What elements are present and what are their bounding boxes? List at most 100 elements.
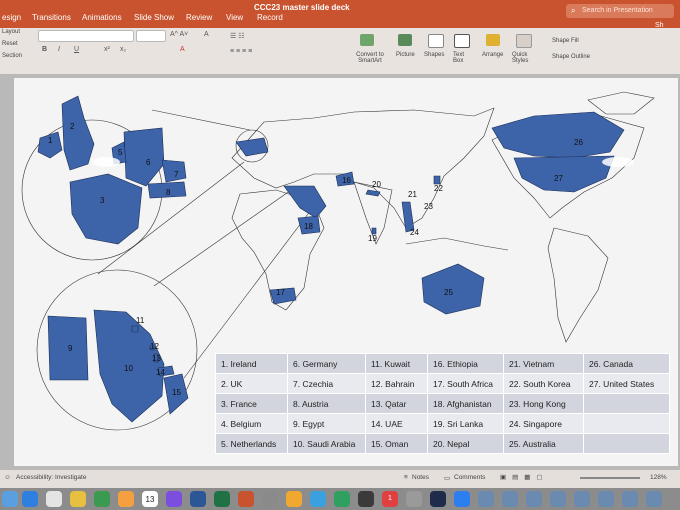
system-app-icon[interactable] xyxy=(358,491,374,507)
notes-button[interactable]: Notes xyxy=(412,474,429,481)
legend-cell: 22. South Korea xyxy=(503,373,584,394)
grow-font-button[interactable]: A^ A˅ xyxy=(170,31,188,38)
quick-styles-icon[interactable] xyxy=(516,34,532,48)
notification-badge[interactable]: 1 xyxy=(382,491,398,507)
legend-cell: 7. Czechia xyxy=(287,373,366,394)
app-icon[interactable] xyxy=(502,491,518,507)
calendar-icon[interactable]: 13 xyxy=(142,491,158,507)
shapes-label: Shapes xyxy=(424,52,445,58)
france-shape xyxy=(69,173,143,245)
legend-cell: 10. Saudi Arabia xyxy=(287,433,366,454)
app-icon[interactable] xyxy=(526,491,542,507)
nepal-highlight xyxy=(365,189,381,197)
legend-cell: 6. Germany xyxy=(287,353,366,374)
subscript-button[interactable]: x₂ xyxy=(120,46,126,53)
comments-button[interactable]: Comments xyxy=(454,474,485,481)
app-icon[interactable] xyxy=(646,491,662,507)
font-color-button[interactable]: A xyxy=(180,46,185,53)
tab-animations[interactable]: Animations xyxy=(82,13,122,22)
finder-icon[interactable] xyxy=(2,491,18,507)
stickies-icon[interactable] xyxy=(70,491,86,507)
excel-icon[interactable] xyxy=(214,491,230,507)
eurasia-outline xyxy=(231,107,495,229)
layout-button[interactable]: Layout xyxy=(2,29,20,35)
tab-view[interactable]: View xyxy=(226,13,243,22)
numbers-icon[interactable] xyxy=(334,491,350,507)
picture-label: Picture xyxy=(396,52,415,58)
app-icon[interactable] xyxy=(478,491,494,507)
app-store-icon[interactable] xyxy=(22,491,38,507)
legend-cell: 5. Netherlands xyxy=(215,433,288,454)
font-name-select[interactable] xyxy=(38,30,134,42)
tab-slide-show[interactable]: Slide Show xyxy=(134,13,174,22)
photoshop-icon[interactable] xyxy=(430,491,446,507)
clear-format-button[interactable]: A xyxy=(204,31,209,38)
map-label: 22 xyxy=(434,184,443,193)
app-icon[interactable] xyxy=(262,491,278,507)
section-button[interactable]: Section xyxy=(2,53,22,59)
photos-icon[interactable] xyxy=(118,491,134,507)
zoom-level: 128% xyxy=(650,474,667,481)
reset-button[interactable]: Reset xyxy=(2,41,18,47)
view-buttons[interactable]: ▣▤▦▢ xyxy=(500,473,549,481)
keynote-icon[interactable] xyxy=(310,491,326,507)
tab-transitions[interactable]: Transitions xyxy=(32,13,71,22)
map-label: 16 xyxy=(342,176,351,185)
search-input[interactable]: Search in Presentation xyxy=(566,4,674,18)
legend-cell: 26. Canada xyxy=(583,353,670,374)
bullets-button[interactable]: ☰ ☷ xyxy=(230,32,245,40)
zoom-app-icon[interactable] xyxy=(454,491,470,507)
legend-cell xyxy=(583,413,670,434)
app-icon[interactable] xyxy=(598,491,614,507)
align-buttons[interactable]: ≡ ≡ ≡ ≡ xyxy=(230,48,252,55)
app-icon[interactable] xyxy=(622,491,638,507)
text-box-icon[interactable] xyxy=(454,34,470,48)
accessibility-status[interactable]: Accessibility: Investigate xyxy=(16,474,86,481)
legend-cell: 4. Belgium xyxy=(215,413,288,434)
legend-cell xyxy=(583,393,670,414)
bold-button[interactable]: B xyxy=(42,46,47,53)
legend-cell: 27. United States xyxy=(583,373,670,394)
map-label: 27 xyxy=(554,174,563,183)
map-label: 11 xyxy=(136,316,145,325)
legend-cell: 24. Singapore xyxy=(503,413,584,434)
shapes-icon[interactable] xyxy=(428,34,444,48)
map-label: 19 xyxy=(368,234,377,243)
font-size-select[interactable] xyxy=(136,30,166,42)
arrange-icon[interactable] xyxy=(486,34,500,46)
legend-cell: 3. France xyxy=(215,393,288,414)
tab-review[interactable]: Review xyxy=(186,13,212,22)
app-icon[interactable] xyxy=(574,491,590,507)
map-label: 18 xyxy=(304,222,313,231)
app-icon[interactable] xyxy=(550,491,566,507)
kuwait-shape xyxy=(131,325,139,333)
shape-outline-button[interactable]: Shape Outline xyxy=(552,54,590,60)
table-row: 3. France 8. Austria 13. Qatar 18. Afgha… xyxy=(215,393,670,414)
notes-app-icon[interactable] xyxy=(46,491,62,507)
app-icon[interactable] xyxy=(406,491,422,507)
picture-icon[interactable] xyxy=(398,34,412,46)
legend-cell: 9. Egypt xyxy=(287,413,366,434)
messenger-icon[interactable] xyxy=(166,491,182,507)
shape-fill-button[interactable]: Shape Fill xyxy=(552,38,579,44)
map-label: 15 xyxy=(172,388,181,397)
legend-cell: 15. Oman xyxy=(365,433,428,454)
smartart-icon[interactable] xyxy=(360,34,374,46)
superscript-button[interactable]: x² xyxy=(104,46,110,53)
word-icon[interactable] xyxy=(190,491,206,507)
zoom-slider[interactable] xyxy=(580,477,640,479)
maps-icon[interactable] xyxy=(94,491,110,507)
italic-button[interactable]: I xyxy=(58,46,60,53)
notes-icon: ≡ xyxy=(404,474,408,481)
map-label: 13 xyxy=(152,354,161,363)
powerpoint-icon[interactable] xyxy=(238,491,254,507)
legend-cell: 23. Hong Kong xyxy=(503,393,584,414)
tab-design[interactable]: esign xyxy=(2,13,21,22)
map-label: 5 xyxy=(118,148,123,157)
underline-button[interactable]: U xyxy=(74,46,79,53)
legend-cell: 17. South Africa xyxy=(427,373,504,394)
legend-cell: 8. Austria xyxy=(287,393,366,414)
legend-cell: 13. Qatar xyxy=(365,393,428,414)
tab-record[interactable]: Record xyxy=(257,13,283,22)
pages-icon[interactable] xyxy=(286,491,302,507)
